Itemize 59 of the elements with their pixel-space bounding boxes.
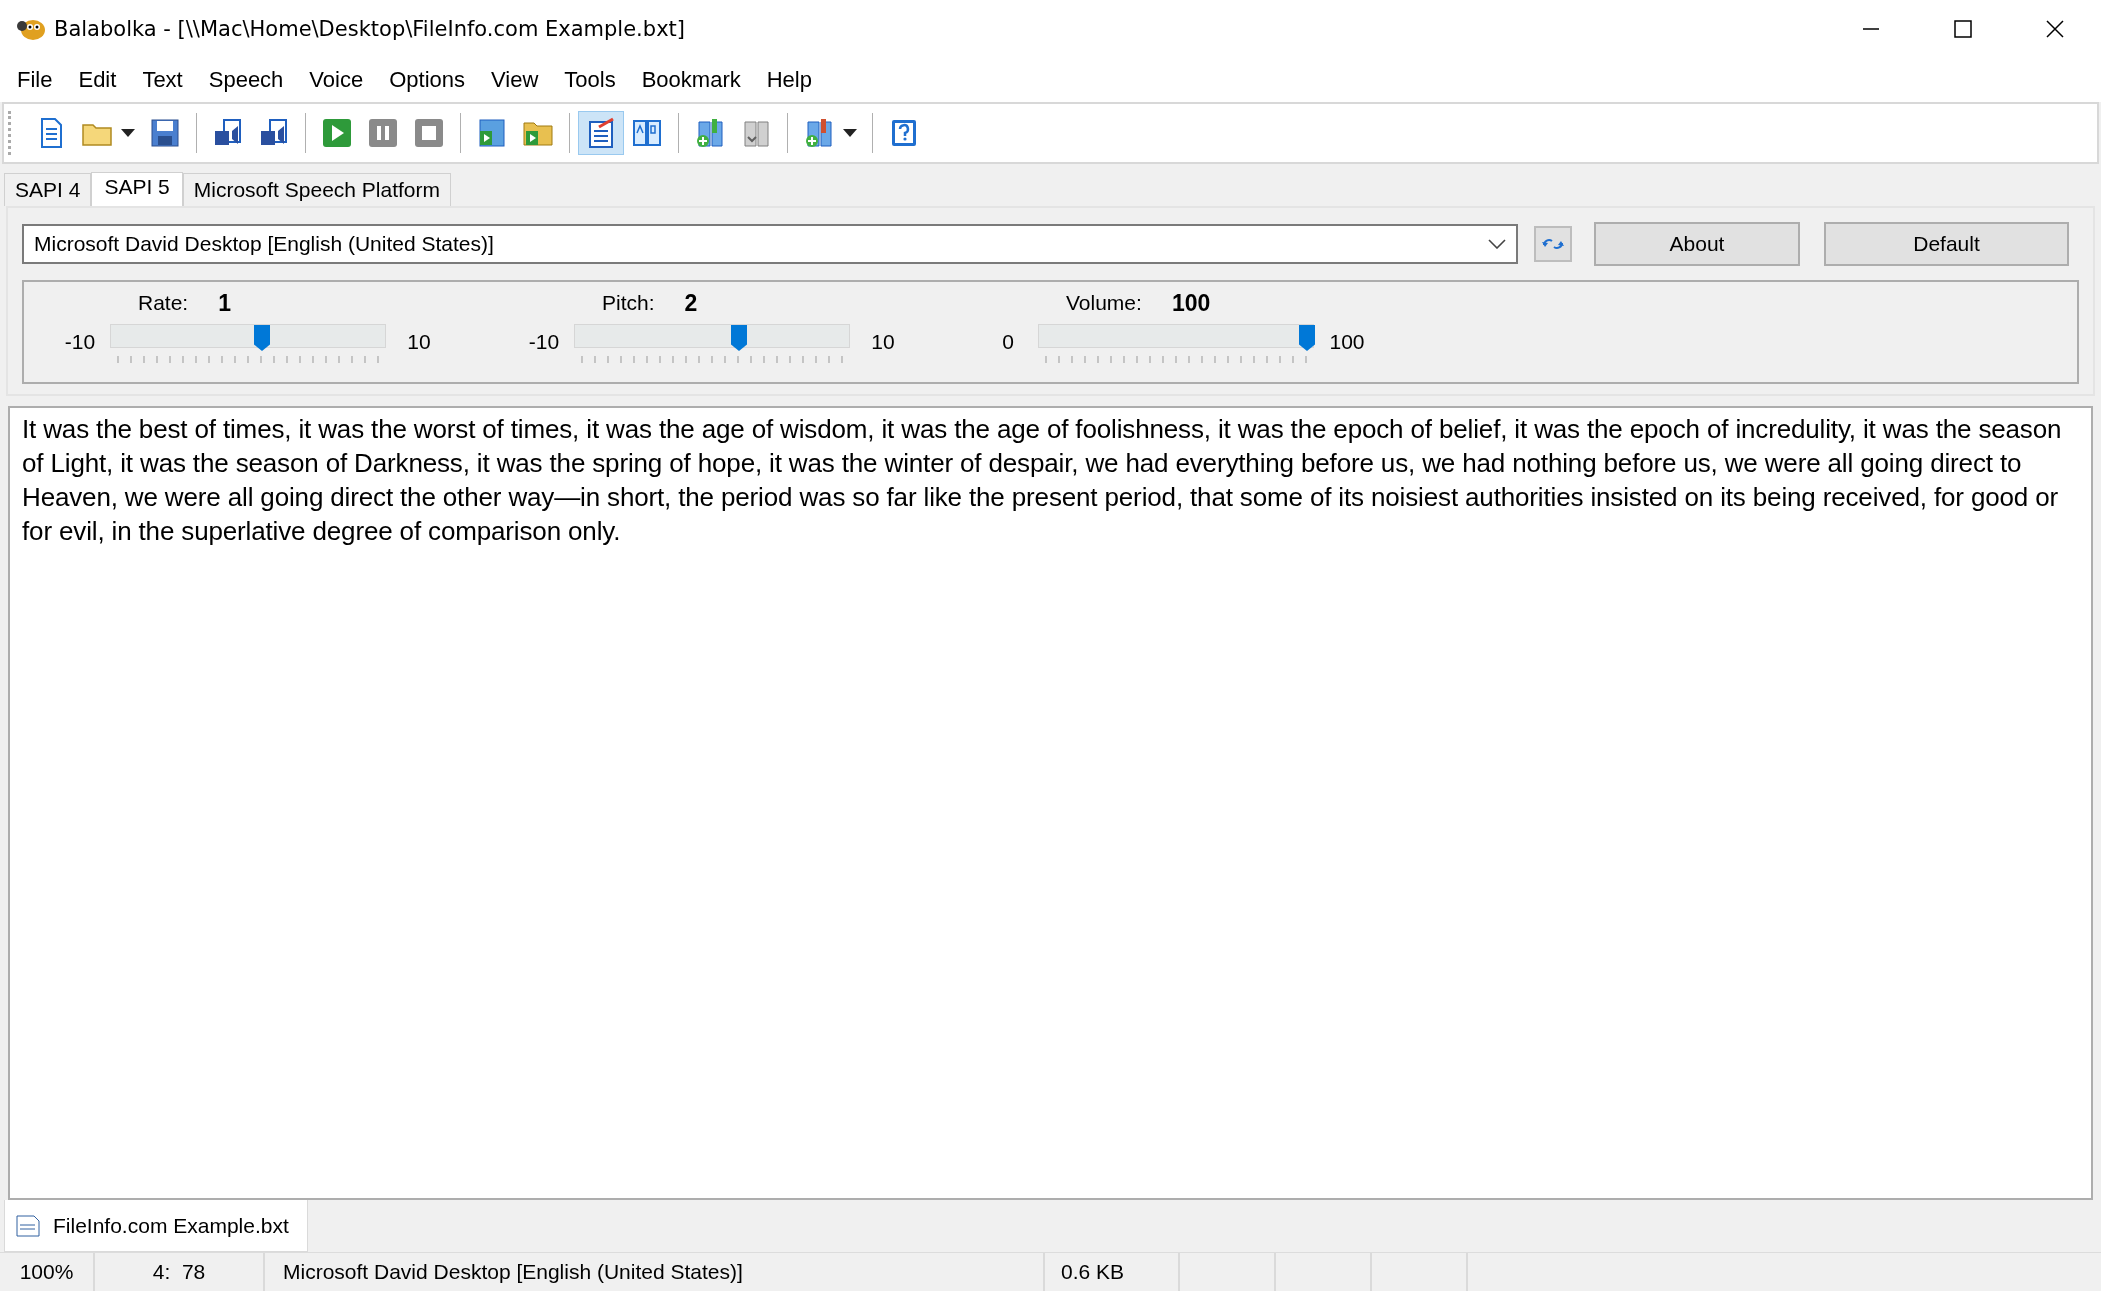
menu-item[interactable]: Voice	[296, 67, 377, 93]
book-plus-icon	[803, 117, 835, 149]
menu-item[interactable]: View	[478, 67, 552, 93]
slider-label: Rate:	[138, 291, 189, 315]
chevron-down-icon	[1488, 239, 1506, 249]
caret-icon	[843, 129, 857, 137]
window-title: Balabolka - [\\Mac\Home\Desktop\FileInfo.com Example.bxt]	[54, 17, 685, 41]
slider-track[interactable]	[574, 324, 850, 348]
slider-max: 10	[406, 329, 432, 354]
tab[interactable]: SAPI 4	[4, 173, 92, 206]
slider-value: 1	[218, 289, 231, 317]
close-icon	[2045, 19, 2065, 39]
menu-item[interactable]: Tools	[551, 67, 629, 93]
menu-item[interactable]: Options	[376, 67, 478, 93]
menu-item[interactable]: Bookmark	[628, 67, 754, 93]
book-letters-icon	[631, 117, 663, 149]
document-text: It was the best of times, it was the worst of times, it was the age of wisdom, it was the age of foolishness, it was the epoch of belief, it was the epoch of incredulity, it was the season of Light, it was the season of Darkness, it was the spring of hope, it was the winter of despair, we had everything before us, we had nothing before us, we were all going direct to Heaven, we were all going direct the other way—in short, the period was so far like the present period, that some of its noisiest authorities insisted on its being received, for good or for evil, in the superlative degree of comparison only.	[22, 414, 2062, 546]
tab[interactable]: SAPI 5	[91, 172, 183, 207]
slider-max: 100	[1328, 329, 1366, 354]
slider-label: Volume:	[1066, 291, 1142, 315]
toolbar-button[interactable]	[578, 111, 624, 155]
book-play-icon	[476, 117, 508, 149]
slider-thumb[interactable]	[1299, 325, 1315, 351]
pause-icon	[367, 117, 399, 149]
slider-track[interactable]	[110, 324, 386, 348]
slider-max: 10	[870, 329, 896, 354]
text-editor[interactable]	[8, 406, 2093, 1200]
tab[interactable]: Microsoft Speech Platform	[182, 173, 451, 206]
voice-name: Microsoft David Desktop [English (United States)]	[265, 1253, 1045, 1291]
slider-thumb[interactable]	[254, 325, 270, 351]
slider-value: 2	[684, 289, 698, 317]
push-button[interactable]: About	[1594, 222, 1800, 266]
voice-dropdown[interactable]: Microsoft David Desktop [English (United States)]	[22, 224, 1518, 264]
minimize-icon	[1862, 28, 1880, 30]
refresh-button[interactable]	[1534, 226, 1572, 262]
menu-item[interactable]: File	[4, 67, 66, 93]
menu-item[interactable]: Help	[753, 67, 825, 93]
caret-icon	[121, 129, 135, 137]
slider-min: -10	[527, 329, 561, 354]
slider-min: 0	[1001, 329, 1015, 354]
menu-item[interactable]: Text	[129, 67, 196, 93]
zoom-level: 100%	[0, 1253, 95, 1291]
cursor-position: 4: 78	[95, 1253, 265, 1291]
document-tab[interactable]: FileInfo.com Example.bxt	[4, 1200, 308, 1252]
maximize-icon	[1953, 19, 1973, 39]
refresh-icon	[1541, 236, 1565, 252]
slider-min: -10	[63, 329, 97, 354]
file-size: 0.6 KB	[1045, 1253, 1180, 1291]
book-plus-icon	[694, 117, 726, 149]
slider-track[interactable]	[1038, 324, 1314, 348]
file-icon	[15, 1213, 41, 1238]
menu-item[interactable]: Speech	[195, 67, 297, 93]
slider-thumb[interactable]	[731, 325, 747, 351]
play-icon	[321, 117, 353, 149]
slider-value: 100	[1171, 289, 1211, 317]
push-button[interactable]: Default	[1824, 222, 2069, 266]
menu-item[interactable]: Edit	[65, 67, 130, 93]
stop-icon	[413, 117, 445, 149]
slider-label: Pitch:	[602, 291, 655, 315]
